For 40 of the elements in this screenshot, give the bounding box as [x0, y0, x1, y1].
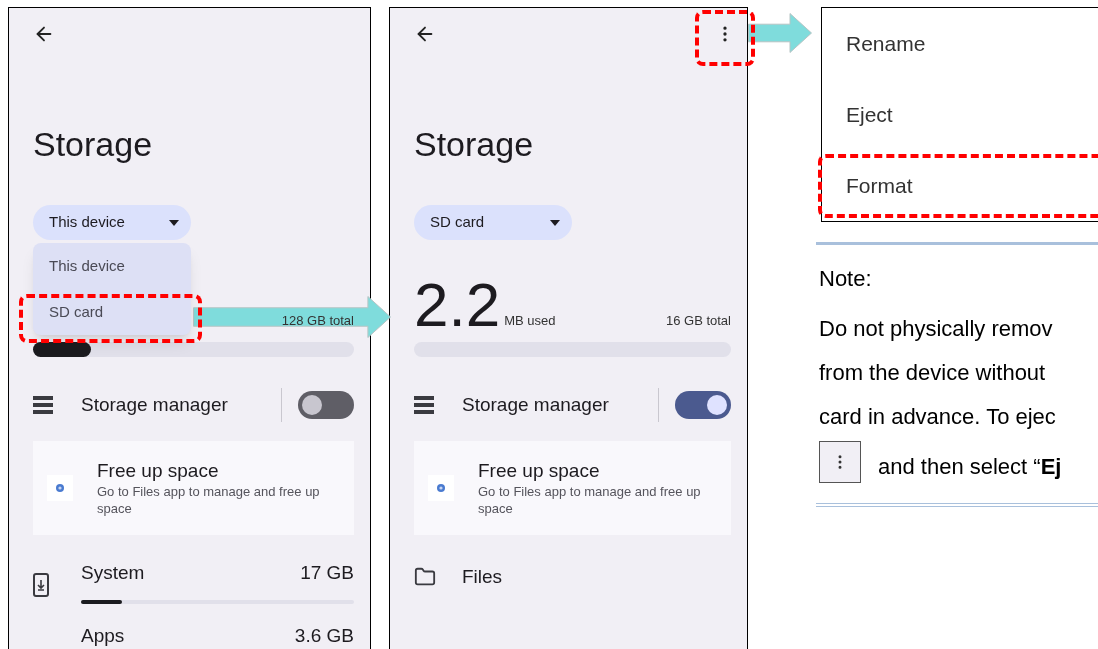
menu-item[interactable]: Eject: [822, 79, 1098, 150]
menu-item[interactable]: Rename: [822, 8, 1098, 79]
page-title: Storage: [414, 124, 535, 164]
dropdown-option[interactable]: This device: [33, 243, 191, 289]
card-title: Free up space: [478, 459, 601, 483]
storage-selector[interactable]: SD card: [414, 205, 572, 240]
card-title: Free up space: [97, 459, 220, 483]
page-title: Storage: [33, 124, 154, 164]
category-label: System: [81, 561, 145, 585]
pointer-arrow: [748, 13, 812, 53]
folder-icon: [414, 566, 436, 588]
storage-manager-label: Storage manager: [81, 392, 229, 417]
free-up-card[interactable]: Free up space Go to Files app to manage and free up space: [33, 441, 354, 535]
note-heading: Note:: [819, 265, 873, 293]
dropdown-caret-icon: [169, 219, 179, 226]
used-amount: 2.2: [414, 274, 501, 336]
card-subtitle: Go to Files app to manage and free up space: [478, 483, 702, 517]
category-size: 3.6 GB: [294, 623, 354, 648]
menu-item[interactable]: Format: [822, 150, 1098, 221]
files-label[interactable]: Files: [462, 562, 503, 592]
dropdown-option[interactable]: SD card: [33, 289, 191, 335]
storage-list-icon: [414, 396, 434, 414]
total-capacity: 128 GB total: [281, 311, 354, 330]
storage-selector[interactable]: This device: [33, 205, 191, 240]
storage-list-icon: [33, 396, 53, 414]
storage-manager-label: Storage manager: [462, 392, 610, 417]
total-capacity: 16 GB total: [665, 311, 731, 330]
note-instruction: and then select “Ej: [878, 453, 1062, 481]
phone-download-icon: [33, 573, 49, 597]
free-up-card[interactable]: Free up space Go to Files app to manage and free up space: [414, 441, 731, 535]
card-subtitle: Go to Files app to manage and free up space: [97, 483, 321, 517]
files-app-icon: [428, 475, 454, 501]
dropdown-caret-icon: [550, 219, 560, 226]
category-size: 17 GB: [300, 561, 354, 585]
more-options-icon: [819, 441, 861, 483]
used-unit: MB used: [504, 311, 556, 330]
storage-manager-toggle[interactable]: [675, 391, 731, 419]
storage-manager-toggle[interactable]: [298, 391, 354, 419]
files-app-icon: [47, 475, 73, 501]
category-label: Apps: [81, 623, 125, 648]
